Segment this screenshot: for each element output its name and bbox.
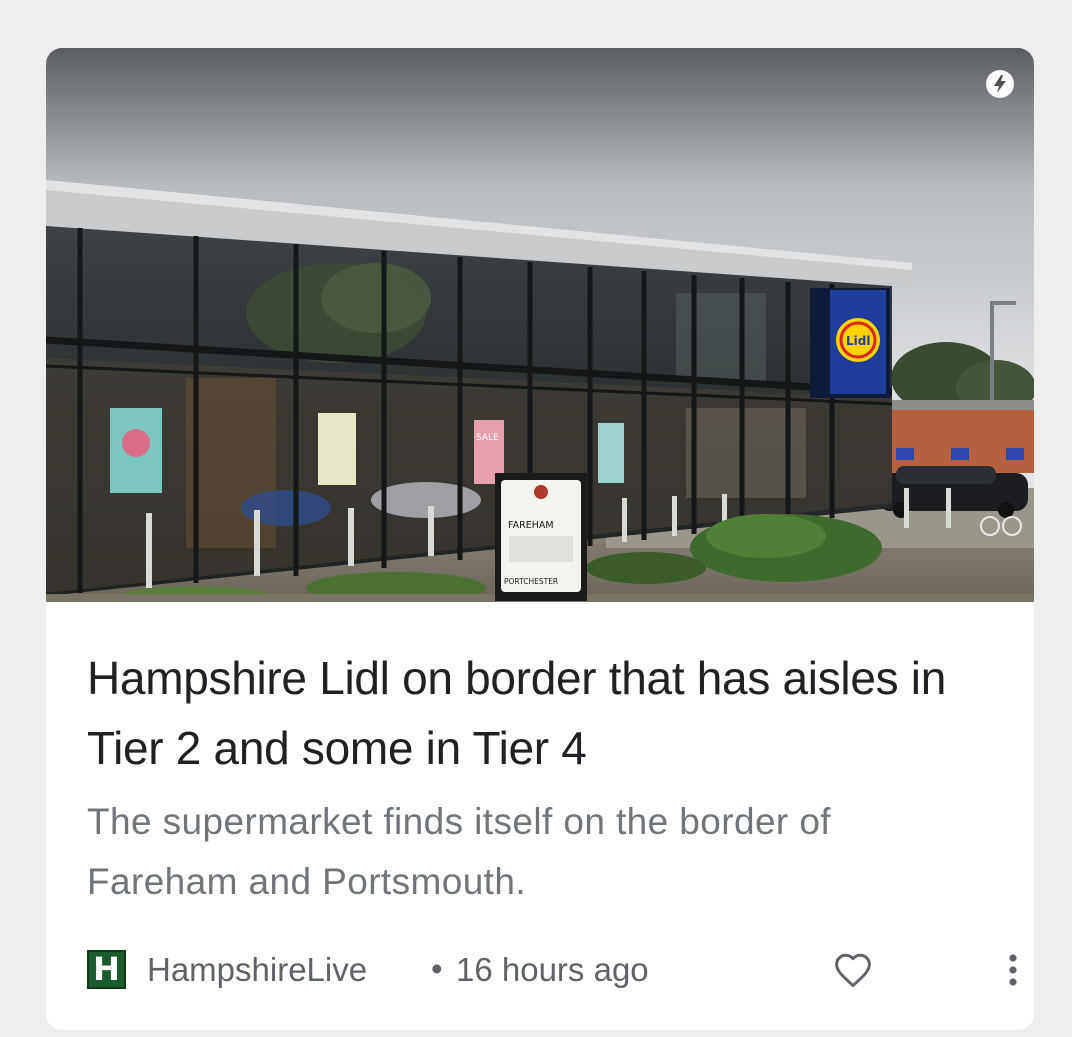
sign-fareham-text: FAREHAM [508, 520, 554, 531]
article-summary: The supermarket finds itself on the bord… [87, 801, 831, 902]
heart-outline-icon [835, 953, 871, 988]
news-card[interactable]: SALE Lidl FAREHAM PORTCHESTER Hampshire … [46, 48, 1034, 1030]
published-time: 16 hours ago [456, 951, 649, 988]
favorite-button[interactable] [827, 946, 879, 994]
sign-portchester-text: PORTCHESTER [504, 577, 558, 586]
source-name[interactable]: HampshireLive [147, 946, 367, 994]
more-vert-icon [1009, 954, 1017, 986]
more-options-button[interactable] [987, 946, 1034, 994]
lidl-logo-text: Lidl [846, 334, 870, 348]
article-footer: H HampshireLive • 16 hours ago [87, 946, 1017, 996]
lidl-store-photo: SALE Lidl FAREHAM PORTCHESTER [46, 48, 1034, 602]
amp-bolt-icon [986, 70, 1014, 98]
sale-poster-text: SALE [476, 433, 499, 443]
article-headline[interactable]: Hampshire Lidl on border that has aisles… [87, 643, 987, 783]
meta-separator: • [431, 950, 443, 987]
source-logo: H [87, 950, 126, 989]
article-image[interactable]: SALE Lidl FAREHAM PORTCHESTER [46, 48, 1034, 602]
